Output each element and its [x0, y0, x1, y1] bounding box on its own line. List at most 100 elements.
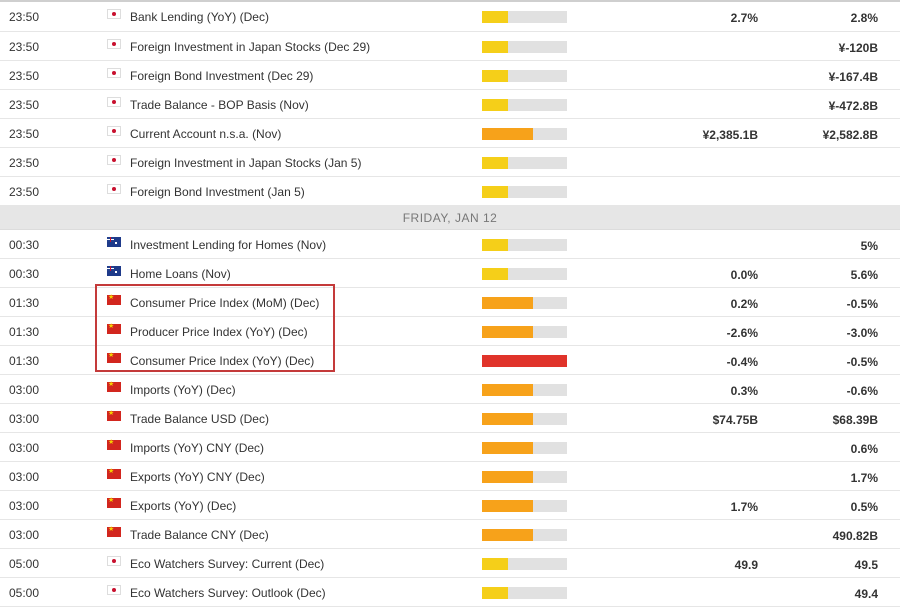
japan-flag-icon [107, 126, 121, 136]
table-row[interactable]: 00:30 Investment Lending for Homes (Nov) 5… [0, 230, 900, 259]
event-time: 03:00 [9, 441, 40, 455]
event-time: 01:30 [9, 354, 40, 368]
impact-bar [482, 326, 567, 338]
table-row[interactable]: 03:00 Exports (YoY) CNY (Dec) 1.7% [0, 462, 900, 491]
japan-flag-icon [107, 68, 121, 78]
event-time: 01:30 [9, 296, 40, 310]
actual-value: ¥2,385.1B [702, 128, 758, 142]
event-time: 05:00 [9, 557, 40, 571]
impact-bar [482, 587, 567, 599]
actual-value: -0.4% [726, 355, 758, 369]
china-flag-icon [107, 408, 121, 421]
previous-value: ¥-167.4B [828, 70, 878, 84]
table-row[interactable]: 23:50 Bank Lending (YoY) (Dec) 2.7% 2.8% [0, 2, 900, 32]
impact-fill [482, 529, 533, 541]
impact-fill [482, 186, 508, 198]
highlight-box [95, 284, 335, 372]
table-row[interactable]: 03:00 Imports (YoY) CNY (Dec) 0.6% [0, 433, 900, 462]
event-name[interactable]: Foreign Investment in Japan Stocks (Jan … [130, 156, 361, 170]
event-name[interactable]: Bank Lending (YoY) (Dec) [130, 10, 269, 24]
previous-value: 49.5 [854, 558, 878, 572]
previous-value: ¥2,582.8B [822, 128, 878, 142]
impact-bar [482, 384, 567, 396]
event-name[interactable]: Foreign Bond Investment (Dec 29) [130, 69, 313, 83]
impact-bar [482, 128, 567, 140]
impact-bar [482, 70, 567, 82]
table-row[interactable]: 23:50 Foreign Bond Investment (Jan 5) [0, 177, 900, 206]
day-header: FRIDAY, JAN 12 [0, 206, 900, 230]
table-row[interactable]: 05:00 Eco Watchers Survey: Outlook (Dec) 4… [0, 578, 900, 607]
event-name[interactable]: Imports (YoY) (Dec) [130, 383, 236, 397]
previous-value: 5% [860, 239, 878, 253]
table-row[interactable]: 23:50 Trade Balance - BOP Basis (Nov) ¥-47… [0, 90, 900, 119]
impact-bar [482, 41, 567, 53]
previous-value: -3.0% [846, 326, 878, 340]
impact-fill [482, 268, 508, 280]
previous-value: -0.6% [846, 384, 878, 398]
impact-bar [482, 558, 567, 570]
table-row[interactable]: 03:00 Exports (YoY) (Dec) 1.7% 0.5% [0, 491, 900, 520]
impact-bar [482, 471, 567, 483]
event-name[interactable]: Foreign Investment in Japan Stocks (Dec … [130, 40, 370, 54]
china-flag-icon [107, 437, 121, 450]
table-row[interactable]: 03:00 Imports (YoY) (Dec) 0.3% -0.6% [0, 375, 900, 404]
event-name[interactable]: Trade Balance USD (Dec) [130, 412, 269, 426]
table-row[interactable]: 23:50 Foreign Investment in Japan Stocks … [0, 32, 900, 61]
impact-bar [482, 442, 567, 454]
japan-flag-icon [107, 556, 121, 566]
impact-fill [482, 239, 508, 251]
impact-fill [482, 70, 508, 82]
event-name[interactable]: Trade Balance CNY (Dec) [130, 528, 269, 542]
impact-bar [482, 500, 567, 512]
impact-fill [482, 587, 508, 599]
event-time: 23:50 [9, 156, 40, 170]
event-time: 23:50 [9, 98, 40, 112]
table-row[interactable]: 23:50 Foreign Bond Investment (Dec 29) ¥-1… [0, 61, 900, 90]
japan-flag-icon [107, 184, 121, 194]
impact-fill [482, 297, 533, 309]
event-name[interactable]: Eco Watchers Survey: Current (Dec) [130, 557, 324, 571]
event-name[interactable]: Investment Lending for Homes (Nov) [130, 238, 326, 252]
impact-fill [482, 99, 508, 111]
impact-bar [482, 268, 567, 280]
actual-value: 0.2% [730, 297, 758, 311]
event-name[interactable]: Exports (YoY) (Dec) [130, 499, 236, 513]
impact-fill [482, 413, 533, 425]
previous-value: ¥-472.8B [828, 99, 878, 113]
impact-fill [482, 355, 567, 367]
event-name[interactable]: Current Account n.s.a. (Nov) [130, 127, 281, 141]
actual-value: 0.0% [730, 268, 758, 282]
table-row[interactable]: 23:50 Current Account n.s.a. (Nov) ¥2,385.… [0, 119, 900, 148]
event-name[interactable]: Foreign Bond Investment (Jan 5) [130, 185, 305, 199]
australia-flag-icon [107, 237, 121, 247]
impact-fill [482, 500, 533, 512]
event-time: 03:00 [9, 528, 40, 542]
table-row[interactable]: 03:00 Trade Balance CNY (Dec) 490.82B [0, 520, 900, 549]
impact-fill [482, 41, 508, 53]
table-row[interactable]: 05:00 Eco Watchers Survey: Current (Dec) 4… [0, 549, 900, 578]
china-flag-icon [107, 524, 121, 537]
previous-value: 2.8% [850, 11, 878, 25]
impact-bar [482, 297, 567, 309]
event-time: 00:30 [9, 267, 40, 281]
event-name[interactable]: Imports (YoY) CNY (Dec) [130, 441, 264, 455]
previous-value: 1.7% [850, 471, 878, 485]
impact-fill [482, 442, 533, 454]
event-name[interactable]: Home Loans (Nov) [130, 267, 231, 281]
event-name[interactable]: Trade Balance - BOP Basis (Nov) [130, 98, 309, 112]
previous-value: -0.5% [846, 297, 878, 311]
impact-fill [482, 326, 533, 338]
table-row[interactable]: 03:00 Trade Balance USD (Dec) $74.75B $68.3… [0, 404, 900, 433]
event-time: 23:50 [9, 127, 40, 141]
china-flag-icon [107, 466, 121, 479]
previous-value: ¥-120B [838, 41, 878, 55]
japan-flag-icon [107, 9, 121, 19]
event-time: 03:00 [9, 499, 40, 513]
china-flag-icon [107, 379, 121, 392]
table-row[interactable]: 23:50 Foreign Investment in Japan Stocks … [0, 148, 900, 177]
impact-fill [482, 11, 508, 23]
impact-bar [482, 11, 567, 23]
event-name[interactable]: Exports (YoY) CNY (Dec) [130, 470, 265, 484]
japan-flag-icon [107, 155, 121, 165]
event-name[interactable]: Eco Watchers Survey: Outlook (Dec) [130, 586, 326, 600]
